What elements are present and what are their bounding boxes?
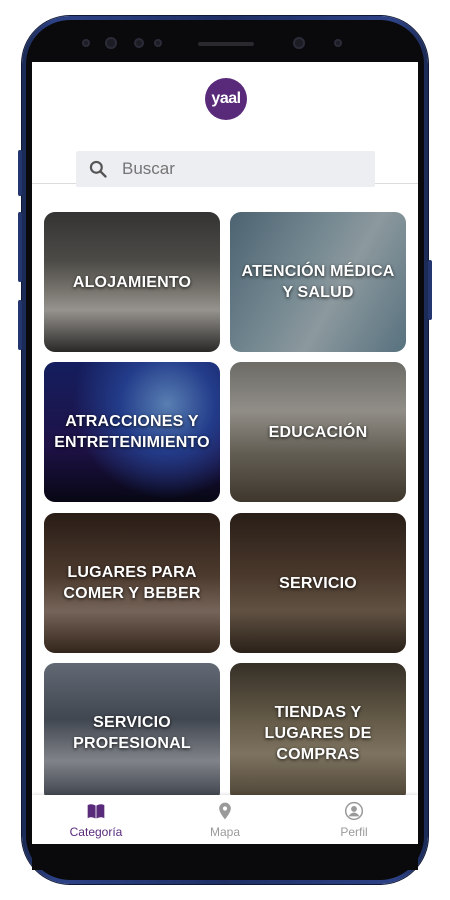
category-card-tiendas[interactable]: TIENDAS Y LUGARES DE COMPRAS (230, 663, 406, 803)
category-label: EDUCACIÓN (268, 423, 368, 441)
assistant-button (18, 300, 22, 350)
search-input[interactable] (122, 151, 362, 187)
phone-chin (32, 844, 418, 870)
power-button (428, 260, 432, 320)
volume-down-button (18, 212, 22, 282)
search-icon (89, 160, 107, 178)
sensor-dot (82, 39, 90, 47)
search-bar[interactable] (76, 151, 375, 187)
volume-up-button (18, 150, 22, 196)
category-label: SERVICIO PROFESIONAL (73, 714, 191, 752)
category-card-educacion[interactable]: EDUCACIÓN (230, 362, 406, 502)
category-card-servicio[interactable]: SERVICIO (230, 513, 406, 653)
nav-label: Mapa (209, 825, 241, 839)
nav-label: Perfil (340, 825, 368, 839)
category-label: SERVICIO (279, 574, 357, 592)
iris-scanner (293, 37, 305, 49)
sensor-dot (154, 39, 162, 47)
nav-tab-mapa[interactable]: Mapa (161, 795, 289, 844)
category-card-alojamiento[interactable]: ALOJAMIENTO (44, 212, 220, 352)
category-card-atracciones[interactable]: ATRACCIONES Y ENTRETENIMIENTO (44, 362, 220, 502)
category-card-servicio-profesional[interactable]: SERVICIO PROFESIONAL (44, 663, 220, 803)
category-card-lugares-comer[interactable]: LUGARES PARA COMER Y BEBER (44, 513, 220, 653)
book-icon (87, 804, 105, 819)
category-label: ATENCIÓN MÉDICA Y SALUD (241, 263, 395, 301)
bottom-navigation: Categoría Mapa Perfil (32, 795, 418, 844)
nav-tab-perfil[interactable]: Perfil (290, 795, 418, 844)
nav-label: Categoría (69, 825, 123, 839)
category-card-atencion-medica[interactable]: ATENCIÓN MÉDICA Y SALUD (230, 212, 406, 352)
category-label: TIENDAS Y LUGARES DE COMPRAS (264, 703, 372, 763)
front-camera-icon (105, 37, 117, 49)
map-pin-icon (219, 802, 231, 820)
sensor-dot (134, 38, 144, 48)
nav-tab-categoria[interactable]: Categoría (32, 795, 160, 844)
app-screen: yaal ALOJAMIENTO ATENCIÓN MÉDICA Y SALUD… (32, 62, 418, 844)
category-label: ATRACCIONES Y ENTRETENIMIENTO (54, 413, 210, 451)
app-logo: yaal (205, 78, 247, 120)
sensor-dot (334, 39, 342, 47)
earpiece-speaker (198, 42, 254, 46)
user-icon (344, 801, 364, 821)
category-label: ALOJAMIENTO (72, 273, 192, 291)
category-label: LUGARES PARA COMER Y BEBER (63, 564, 201, 602)
